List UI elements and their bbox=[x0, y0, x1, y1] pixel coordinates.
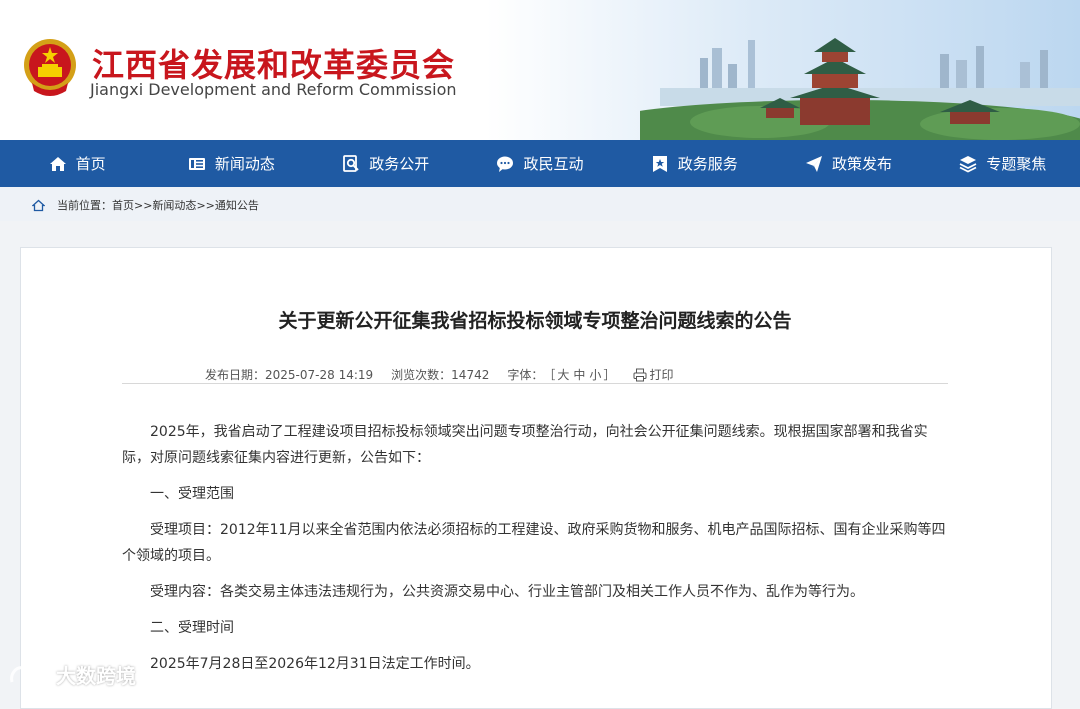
section-heading: 一、受理范围 bbox=[150, 486, 234, 502]
font-large-button[interactable]: 大 bbox=[557, 368, 569, 382]
nav-services[interactable]: 政务服务 bbox=[617, 140, 771, 187]
watermark: 大数跨境 bbox=[8, 660, 136, 689]
breadcrumb-bar: 当前位置： 首页 >> 新闻动态 >> 通知公告 bbox=[0, 187, 1080, 221]
font-small-button[interactable]: 小 bbox=[589, 368, 601, 382]
watermark-logo-icon bbox=[10, 665, 49, 682]
chat-icon bbox=[497, 156, 514, 172]
section-heading: 二、受理时间 bbox=[150, 620, 234, 636]
layers-icon bbox=[959, 155, 977, 173]
nav-news[interactable]: 新闻动态 bbox=[154, 140, 308, 187]
paragraph: 2025年7月28日至2026年12月31日法定工作时间。 bbox=[150, 656, 480, 672]
breadcrumb-prefix: 当前位置： bbox=[57, 199, 112, 212]
nav-label: 首页 bbox=[75, 155, 106, 173]
star-bookmark-icon bbox=[652, 155, 667, 172]
nav-label: 政务服务 bbox=[677, 155, 738, 173]
home-icon bbox=[49, 156, 66, 171]
printer-icon bbox=[633, 368, 647, 381]
nav-topics[interactable]: 专题聚焦 bbox=[926, 140, 1080, 187]
nav-label: 政务公开 bbox=[369, 155, 430, 173]
breadcrumb: 当前位置： 首页 >> 新闻动态 >> 通知公告 bbox=[32, 197, 259, 213]
paragraph: 2025年，我省启动了工程建设项目招标投标领域突出问题专项整治行动，向社会公开征… bbox=[122, 424, 928, 466]
breadcrumb-news[interactable]: 新闻动态 bbox=[152, 197, 196, 213]
send-icon bbox=[806, 155, 823, 172]
view-count: 浏览次数：14742 bbox=[391, 368, 490, 382]
meta-divider bbox=[122, 383, 948, 384]
national-emblem-icon bbox=[24, 39, 76, 96]
breadcrumb-notices[interactable]: 通知公告 bbox=[215, 197, 259, 213]
news-icon bbox=[188, 157, 205, 170]
paragraph: 受理内容：各类交易主体违法违规行为，公共资源交易中心、行业主管部门及相关工作人员… bbox=[150, 584, 864, 600]
paragraph: 受理项目：2012年11月以来全省范围内依法必须招标的工程建设、政府采购货物和服… bbox=[122, 522, 946, 564]
breadcrumb-home[interactable]: 首页 bbox=[112, 197, 134, 213]
site-header: 江西省发展和改革委员会 Jiangxi Development and Refo… bbox=[0, 0, 1080, 140]
main-nav: 首页 新闻动态 政务公开 政民互动 政务服务 政策发布 专题聚焦 bbox=[0, 140, 1080, 187]
breadcrumb-separator: >> bbox=[196, 198, 215, 212]
article-meta: 发布日期：2025-07-28 14:19 浏览次数：14742 字体： ［ 大中小… bbox=[205, 366, 691, 383]
nav-home[interactable]: 首页 bbox=[0, 140, 154, 187]
nav-interaction[interactable]: 政民互动 bbox=[463, 140, 617, 187]
nav-label: 政策发布 bbox=[832, 155, 893, 173]
site-subtitle: Jiangxi Development and Reform Commissio… bbox=[90, 80, 457, 99]
font-medium-button[interactable]: 中 bbox=[573, 368, 585, 382]
nav-policy[interactable]: 政策发布 bbox=[771, 140, 925, 187]
nav-label: 新闻动态 bbox=[214, 155, 275, 173]
article-body: 2025年，我省启动了工程建设项目招标投标领域突出问题专项整治行动，向社会公开征… bbox=[122, 419, 948, 687]
home-outline-icon bbox=[32, 199, 45, 211]
nav-label: 政民互动 bbox=[523, 155, 584, 173]
article-title: 关于更新公开征集我省招标投标领域专项整治问题线索的公告 bbox=[278, 310, 792, 332]
tengwang-pavilion-banner bbox=[640, 38, 1080, 140]
breadcrumb-separator: >> bbox=[134, 198, 153, 212]
print-button[interactable]: 打印 bbox=[633, 366, 673, 383]
font-size-control: 字体： ［ 大中小 ］ bbox=[507, 368, 616, 382]
search-doc-icon bbox=[343, 154, 359, 172]
nav-gov-affairs[interactable]: 政务公开 bbox=[309, 140, 463, 187]
publish-date: 发布日期：2025-07-28 14:19 bbox=[205, 368, 374, 382]
nav-label: 专题聚焦 bbox=[986, 155, 1047, 173]
